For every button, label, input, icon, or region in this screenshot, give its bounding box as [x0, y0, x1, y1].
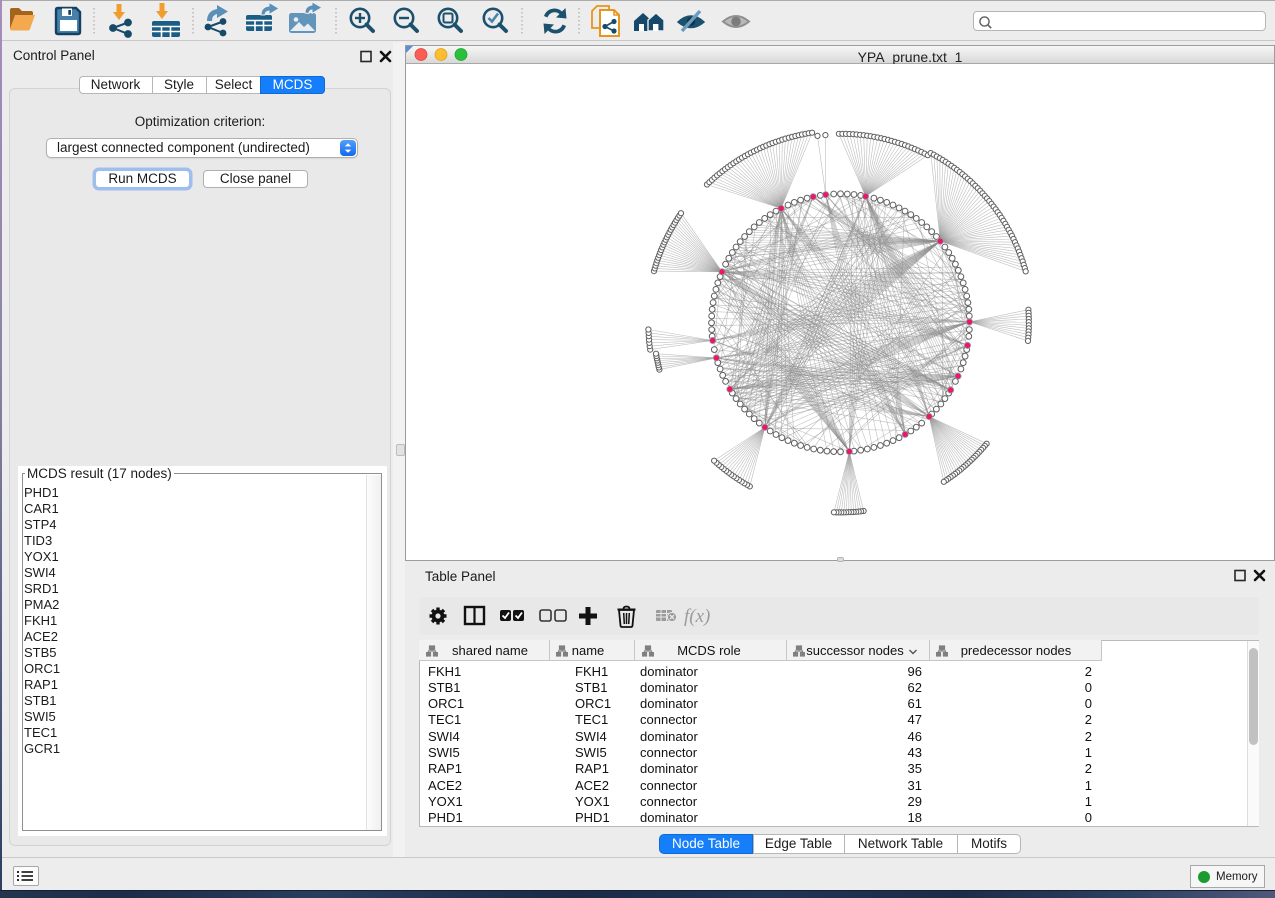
svg-text:f(x): f(x)	[684, 606, 710, 627]
